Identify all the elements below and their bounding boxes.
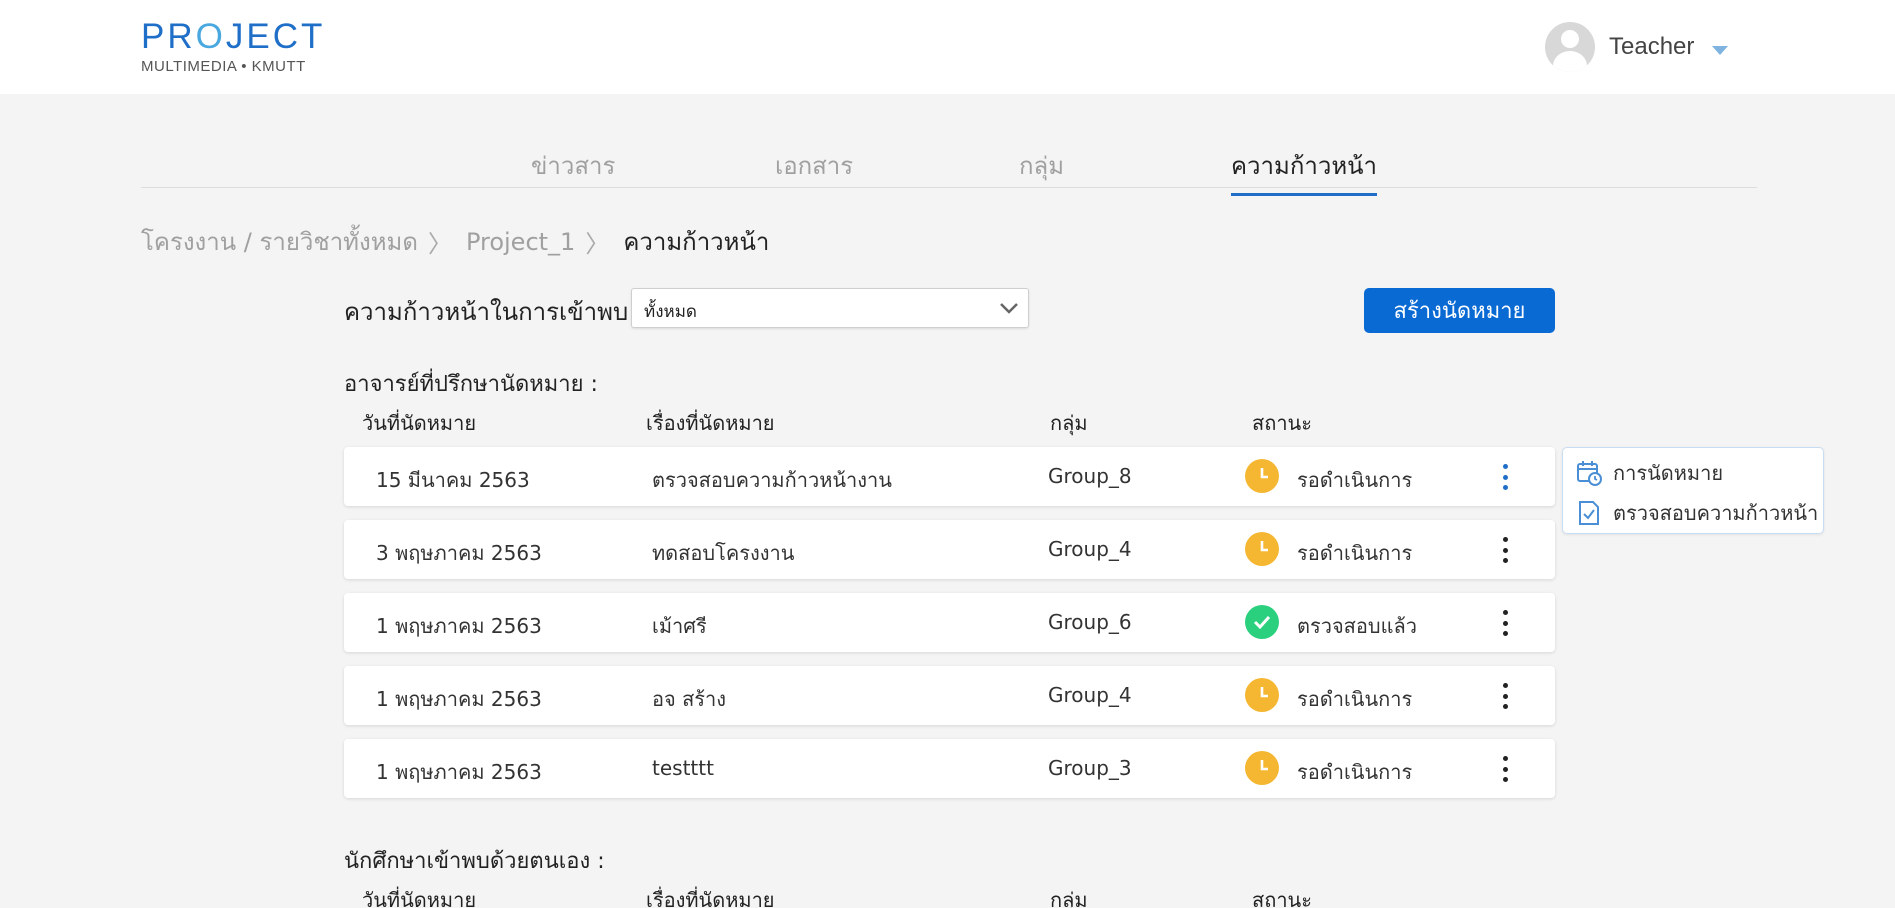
more-options-icon[interactable] [1498, 464, 1512, 490]
table-row[interactable]: 3 พฤษภาคม 2563 ทดสอบโครงงาน Group_4 รอดำเนิ… [344, 520, 1555, 579]
column-header-status: สถานะ [1252, 888, 1312, 908]
progress-filter-select[interactable]: ทั้งหมด [631, 288, 1029, 328]
create-appointment-button[interactable]: สร้างนัดหมาย [1364, 288, 1555, 333]
column-header-topic: เรื่องที่นัดหมาย [646, 411, 775, 435]
clock-icon [1245, 459, 1279, 493]
chevron-down-icon[interactable] [1712, 45, 1729, 55]
avatar[interactable] [1545, 22, 1595, 72]
calendar-clock-icon [1577, 461, 1602, 486]
table-row[interactable]: 1 พฤษภาคม 2563 เม้าศรี Group_6 ตรวจสอบแล้ว [344, 593, 1555, 652]
row-group: Group_8 [1048, 464, 1132, 488]
row-topic: ทดสอบโครงงาน [652, 541, 795, 565]
column-header-date: วันที่นัดหมาย [362, 411, 477, 435]
tab-documents[interactable]: เอกสาร [775, 146, 853, 193]
more-options-icon[interactable] [1498, 537, 1512, 563]
table-row[interactable]: 1 พฤษภาคม 2563 อจ สร้าง Group_4 รอดำเนินการ [344, 666, 1555, 725]
student-section-title: นักศึกษาเข้าพบด้วยตนเอง : [344, 849, 605, 874]
breadcrumb-projects[interactable]: โครงงาน / รายวิชาทั้งหมด [141, 222, 418, 261]
more-options-icon[interactable] [1498, 610, 1512, 636]
row-date: 1 พฤษภาคม 2563 [376, 614, 542, 638]
row-context-menu: การนัดหมาย ตรวจสอบความก้าวหน้า [1562, 447, 1824, 534]
menu-item-appointment[interactable]: การนัดหมาย [1575, 457, 1723, 489]
more-options-icon[interactable] [1498, 756, 1512, 782]
row-group: Group_6 [1048, 610, 1132, 634]
breadcrumb-separator: 〉 [585, 230, 610, 258]
row-group: Group_4 [1048, 683, 1132, 707]
breadcrumb: โครงงาน / รายวิชาทั้งหมด 〉 Project_1 〉 ค… [141, 222, 769, 261]
row-group: Group_4 [1048, 537, 1132, 561]
advisor-section-title: อาจารย์ที่ปรึกษานัดหมาย : [344, 372, 598, 397]
row-status: รอดำเนินการ [1297, 541, 1413, 565]
chevron-down-icon [1000, 303, 1018, 314]
main-tabs: ข่าวสาร เอกสาร กลุ่ม ความก้าวหน้า [141, 138, 1757, 196]
row-status: ตรวจสอบแล้ว [1297, 614, 1417, 638]
column-header-date: วันที่นัดหมาย [362, 888, 477, 908]
menu-item-check-progress[interactable]: ตรวจสอบความก้าวหน้า [1575, 497, 1818, 529]
row-topic: testttt [652, 756, 714, 780]
logo-subtitle: MULTIMEDIA • KMUTT [141, 58, 306, 75]
column-header-group: กลุ่ม [1050, 888, 1088, 908]
column-header-group: กลุ่ม [1050, 411, 1088, 435]
row-status: รอดำเนินการ [1297, 468, 1413, 492]
more-options-icon[interactable] [1498, 683, 1512, 709]
row-date: 1 พฤษภาคม 2563 [376, 687, 542, 711]
filter-selected-value: ทั้งหมด [644, 302, 697, 322]
user-name: Teacher [1609, 33, 1695, 60]
row-date: 15 มีนาคม 2563 [376, 468, 530, 492]
column-header-topic: เรื่องที่นัดหมาย [646, 888, 775, 908]
row-status: รอดำเนินการ [1297, 687, 1413, 711]
top-bar: PROJECT MULTIMEDIA • KMUTT Teacher [0, 0, 1895, 94]
clock-icon [1245, 678, 1279, 712]
clock-icon [1245, 532, 1279, 566]
breadcrumb-current: ความก้าวหน้า [623, 228, 770, 256]
table-row[interactable]: 1 พฤษภาคม 2563 testttt Group_3 รอดำเนินการ [344, 739, 1555, 798]
tab-progress[interactable]: ความก้าวหน้า [1231, 146, 1378, 196]
row-topic: เม้าศรี [652, 614, 707, 638]
document-check-icon [1579, 501, 1599, 525]
filter-label: ความก้าวหน้าในการเข้าพบ [344, 298, 629, 326]
check-circle-icon [1245, 605, 1279, 639]
logo-wordmark: PROJECT [141, 17, 326, 56]
column-header-status: สถานะ [1252, 411, 1312, 435]
clock-icon [1245, 751, 1279, 785]
row-status: รอดำเนินการ [1297, 760, 1413, 784]
menu-item-label: การนัดหมาย [1613, 461, 1724, 485]
row-group: Group_3 [1048, 756, 1132, 780]
row-topic: ตรวจสอบความก้าวหน้างาน [652, 468, 892, 492]
tab-news[interactable]: ข่าวสาร [531, 146, 615, 193]
row-date: 3 พฤษภาคม 2563 [376, 541, 542, 565]
table-row[interactable]: 15 มีนาคม 2563 ตรวจสอบความก้าวหน้างาน Grou… [344, 447, 1555, 506]
breadcrumb-separator: 〉 [427, 230, 452, 258]
logo[interactable]: PROJECT MULTIMEDIA • KMUTT [141, 18, 341, 78]
menu-item-label: ตรวจสอบความก้าวหน้า [1613, 501, 1819, 525]
row-date: 1 พฤษภาคม 2563 [376, 760, 542, 784]
breadcrumb-project[interactable]: Project_1 [466, 228, 575, 256]
row-topic: อจ สร้าง [652, 687, 727, 711]
user-menu[interactable]: Teacher [1545, 22, 1729, 72]
tab-groups[interactable]: กลุ่ม [1019, 146, 1064, 193]
